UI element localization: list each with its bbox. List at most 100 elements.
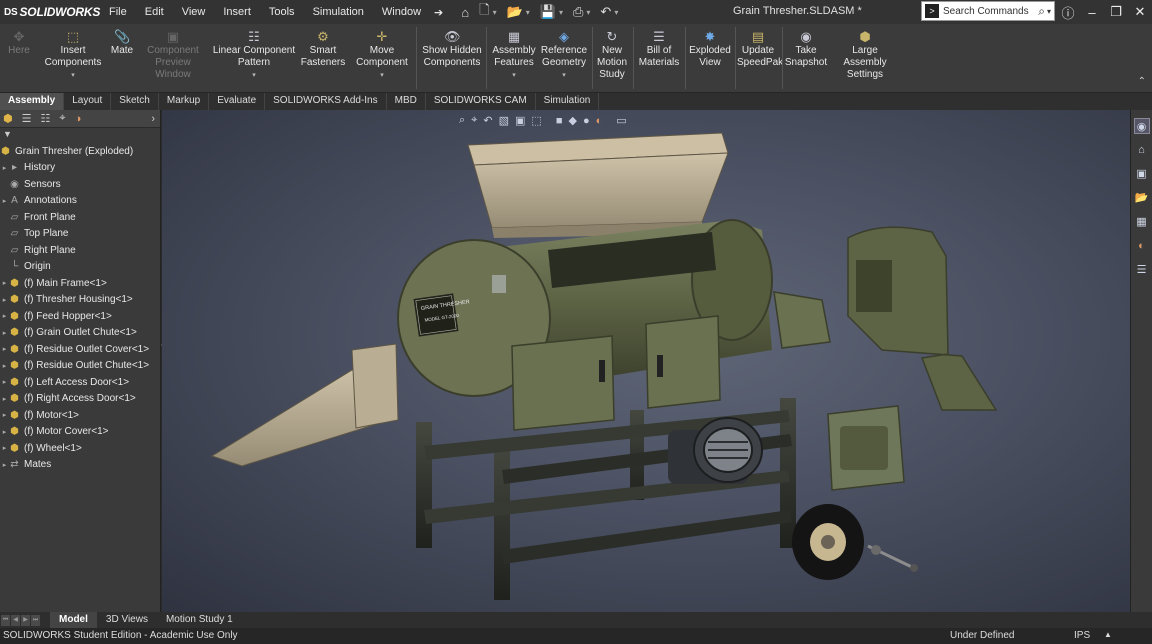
bill-of-materials-button[interactable]: ☰ Bill of Materials: [637, 30, 681, 69]
update-speedpak-button[interactable]: ▤ Update SpeedPak: [737, 30, 783, 69]
show-hidden-components-button[interactable]: 👁 Show Hidden Components: [422, 30, 482, 69]
menu-insert[interactable]: Insert: [214, 6, 260, 18]
print-icon[interactable]: ⎙: [573, 4, 583, 20]
graphics-area[interactable]: ⌕ ⌖ ↶ ▧ ▣ ⬚ ■ ◆ ● ◐ ▭ GRAIN THRESHER MOD…: [162, 110, 1130, 612]
linear-pattern-dropdown-icon[interactable]: ▾: [212, 70, 296, 82]
assembly-features-button[interactable]: ▦ Assembly Features ▾: [490, 30, 538, 82]
pin-menu-icon[interactable]: ➔: [430, 6, 447, 19]
expand-icon[interactable]: ▸: [0, 428, 9, 436]
wheel-axle-bolt[interactable]: [867, 544, 918, 572]
large-assembly-settings-button[interactable]: ⬢ Large Assembly Settings: [830, 30, 900, 81]
appearances-icon[interactable]: ◐: [1134, 238, 1150, 254]
wheel[interactable]: [792, 504, 864, 580]
collapse-ribbon-icon[interactable]: ⌃: [1138, 76, 1146, 87]
tree-item-sensors[interactable]: ◉ Sensors: [0, 176, 160, 193]
feed-hopper[interactable]: [467, 132, 729, 238]
left-access-door[interactable]: [511, 335, 615, 431]
previous-tab-icon[interactable]: ◀: [11, 614, 20, 626]
search-icon[interactable]: ⌕: [1038, 4, 1045, 19]
solidworks-logo[interactable]: DS SOLIDWORKS: [0, 5, 100, 19]
save-icon[interactable]: 💾: [540, 4, 556, 20]
tree-item-right-access-door[interactable]: ▸ ⬢ (f) Right Access Door<1>: [0, 391, 160, 408]
custom-properties-icon[interactable]: ☰: [1134, 262, 1150, 278]
home-icon[interactable]: ⌂: [461, 5, 469, 20]
move-component-dropdown-icon[interactable]: ▾: [354, 70, 410, 82]
solidworks-resources-icon[interactable]: ◉: [1133, 118, 1150, 134]
expand-icon[interactable]: ▸: [0, 296, 9, 304]
residue-outlet-chute[interactable]: [847, 226, 998, 411]
tab-mbd[interactable]: MBD: [387, 93, 426, 110]
reference-geometry-dropdown-icon[interactable]: ▾: [540, 70, 588, 82]
dimxpert-manager-tab-icon[interactable]: ⌖: [59, 112, 65, 125]
reference-geometry-button[interactable]: ◈ Reference Geometry ▾: [540, 30, 588, 82]
tree-item-motor[interactable]: ▸ ⬢ (f) Motor<1>: [0, 407, 160, 424]
grain-outlet-chute[interactable]: [210, 343, 399, 467]
search-dropdown-icon[interactable]: ▾: [1047, 7, 1051, 16]
tab-assembly[interactable]: Assembly: [0, 93, 65, 110]
minimize-button[interactable]: –: [1080, 5, 1104, 20]
tree-item-history[interactable]: ▸ ▸ History: [0, 160, 160, 177]
filter-icon[interactable]: ▼: [0, 128, 160, 140]
menu-simulation[interactable]: Simulation: [304, 6, 373, 18]
tab-layout[interactable]: Layout: [64, 93, 112, 110]
assembly-features-dropdown-icon[interactable]: ▾: [490, 70, 538, 82]
tab-sketch[interactable]: Sketch: [111, 93, 159, 110]
tab-markup[interactable]: Markup: [159, 93, 210, 110]
tab-cam[interactable]: SOLIDWORKS CAM: [426, 93, 536, 110]
tree-item-feed-hopper[interactable]: ▸ ⬢ (f) Feed Hopper<1>: [0, 308, 160, 325]
first-tab-icon[interactable]: ⏮: [1, 614, 10, 626]
tab-motion-study-1[interactable]: Motion Study 1: [157, 612, 242, 628]
mate-button[interactable]: 📎 Mate: [108, 30, 136, 57]
tab-simulation[interactable]: Simulation: [536, 93, 600, 110]
tree-item-main-frame[interactable]: ▸ ⬢ (f) Main Frame<1>: [0, 275, 160, 292]
undo-dropdown-icon[interactable]: ▾: [614, 8, 618, 17]
menu-window[interactable]: Window: [373, 6, 430, 18]
search-commands-box[interactable]: > Search Commands ⌕ ▾: [921, 1, 1055, 21]
tree-item-origin[interactable]: └ Origin: [0, 259, 160, 276]
residue-outlet-cover[interactable]: [773, 291, 831, 349]
expand-icon[interactable]: ▸: [0, 279, 9, 287]
tab-3d-views[interactable]: 3D Views: [97, 612, 157, 628]
exploded-assembly-model[interactable]: GRAIN THRESHER MODEL GT-2000: [162, 110, 1130, 612]
save-dropdown-icon[interactable]: ▾: [559, 8, 563, 17]
motor-cover[interactable]: [827, 405, 905, 491]
new-document-icon[interactable]: 🗋: [479, 1, 489, 23]
tree-item-grain-outlet-chute[interactable]: ▸ ⬢ (f) Grain Outlet Chute<1>: [0, 325, 160, 342]
expand-icon[interactable]: ▸: [0, 411, 9, 419]
more-tabs-icon[interactable]: ›: [151, 113, 155, 125]
chevron-up-icon[interactable]: ▲: [1104, 630, 1112, 639]
tree-item-right-plane[interactable]: ▱ Right Plane: [0, 242, 160, 259]
feature-manager-tab-icon[interactable]: ⬢: [3, 112, 13, 125]
tree-item-annotations[interactable]: ▸ A Annotations: [0, 193, 160, 210]
exploded-view-button[interactable]: ✸ Exploded View: [688, 30, 732, 69]
home-icon[interactable]: ⌂: [1134, 142, 1150, 158]
open-dropdown-icon[interactable]: ▾: [526, 8, 530, 17]
print-dropdown-icon[interactable]: ▾: [586, 8, 590, 17]
smart-fasteners-button[interactable]: ⚙ Smart Fasteners: [300, 30, 346, 69]
expand-icon[interactable]: ▸: [0, 378, 9, 386]
tab-addins[interactable]: SOLIDWORKS Add-Ins: [265, 93, 387, 110]
insert-components-button[interactable]: ⬚ Insert Components ▾: [40, 30, 106, 82]
expand-icon[interactable]: ▸: [0, 329, 9, 337]
unit-system-button[interactable]: IPS: [1074, 630, 1090, 641]
tree-item-mates[interactable]: ▸ ⇄ Mates: [0, 457, 160, 474]
tree-root-assembly[interactable]: ⬢ Grain Thresher (Exploded): [0, 143, 160, 160]
tree-item-top-plane[interactable]: ▱ Top Plane: [0, 226, 160, 243]
take-snapshot-button[interactable]: ◉ Take Snapshot: [784, 30, 828, 69]
right-access-door[interactable]: [645, 315, 721, 409]
restore-button[interactable]: ❐: [1104, 4, 1128, 20]
expand-icon[interactable]: ▸: [0, 444, 9, 452]
tree-item-front-plane[interactable]: ▱ Front Plane: [0, 209, 160, 226]
new-dropdown-icon[interactable]: ▾: [493, 8, 497, 17]
insert-components-dropdown-icon[interactable]: ▾: [40, 70, 106, 82]
tree-item-motor-cover[interactable]: ▸ ⬢ (f) Motor Cover<1>: [0, 424, 160, 441]
expand-icon[interactable]: ▸: [0, 164, 9, 172]
help-icon[interactable]: ⓘ: [1056, 3, 1080, 22]
menu-edit[interactable]: Edit: [136, 6, 173, 18]
expand-icon[interactable]: ▸: [0, 395, 9, 403]
expand-icon[interactable]: ▸: [0, 197, 9, 205]
tab-evaluate[interactable]: Evaluate: [209, 93, 266, 110]
design-library-icon[interactable]: ▣: [1134, 166, 1150, 182]
close-button[interactable]: ✕: [1128, 4, 1152, 20]
expand-icon[interactable]: ▸: [0, 362, 9, 370]
